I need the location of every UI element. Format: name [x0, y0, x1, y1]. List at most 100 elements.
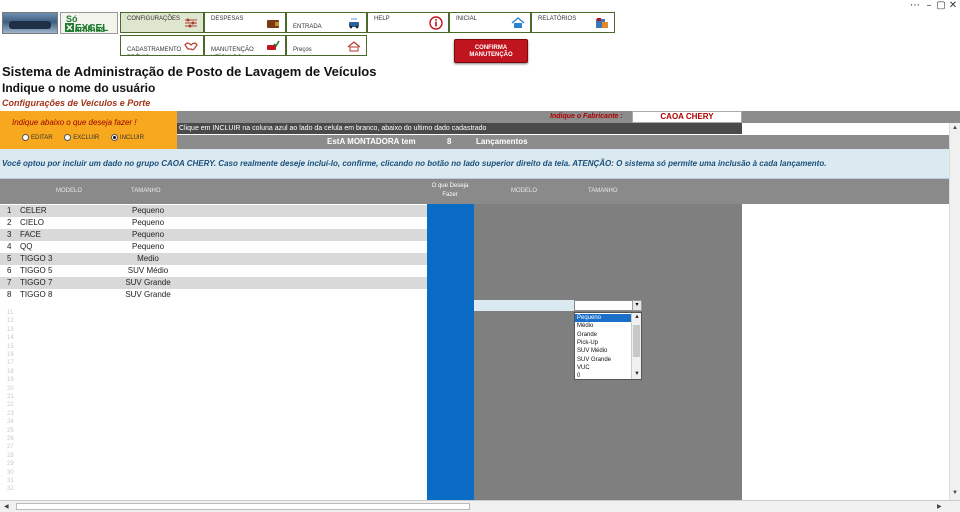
page-title: Sistema de Administração de Posto de Lav…: [2, 64, 377, 79]
wallet-icon: [267, 20, 279, 28]
cell-modelo[interactable]: TIGGO 3: [20, 253, 52, 265]
scroll-right-icon[interactable]: ▶: [937, 501, 942, 512]
cell-tamanho[interactable]: SUV Grande: [110, 289, 186, 301]
scroll-left-icon[interactable]: ◀: [4, 501, 9, 512]
empty-row-number: 23: [7, 410, 14, 417]
table-row[interactable]: 5 TIGGO 3 Medio: [0, 253, 427, 265]
nav-inicial[interactable]: INICIAL: [449, 12, 531, 33]
cell-tamanho[interactable]: Pequeno: [110, 241, 186, 253]
table-row[interactable]: 8 TIGGO 8 SUV Grande: [0, 289, 427, 301]
dropdown-option[interactable]: Pequeno: [575, 314, 632, 322]
scroll-up-icon[interactable]: ▲: [950, 123, 960, 134]
user-name-prompt[interactable]: Indique o nome do usuário: [2, 81, 155, 95]
nav-entrada-servico[interactable]: ENTRADA SERVIÇO: [286, 12, 367, 33]
dropdown-scrollbar[interactable]: ▲ ▼: [631, 313, 641, 379]
cell-modelo[interactable]: TIGGO 5: [20, 265, 52, 277]
vertical-scrollbar[interactable]: ▲ ▼: [949, 123, 960, 500]
count-value: 8: [447, 137, 452, 146]
cell-tamanho[interactable]: Pequeno: [110, 217, 186, 229]
dropdown-scroll-down-icon[interactable]: ▼: [632, 370, 641, 379]
check-car-icon: [267, 40, 280, 50]
row-number: 6: [7, 266, 12, 275]
new-modelo-cell[interactable]: [474, 300, 574, 311]
nav-precos-servicos[interactable]: Preços Serviços: [286, 35, 367, 56]
row-number: 5: [7, 254, 12, 263]
excel-x-icon: [65, 23, 74, 32]
nav-label: Preços Serviços: [293, 47, 312, 53]
nav-manutencao-veiculos[interactable]: MANUTENÇÃO VEÍCULOS: [204, 35, 286, 56]
logo-line2: EXCEL: [75, 23, 109, 34]
nav-cadastramento-previo[interactable]: CADASTRAMENTO PRÉVIO: [120, 35, 204, 56]
radio-editar[interactable]: EDITAR: [22, 134, 53, 141]
horizontal-scroll-thumb[interactable]: [16, 503, 470, 510]
nav-label: HELP: [374, 16, 390, 22]
nav-label: RELATÓRIOS: [538, 16, 577, 22]
section-subtitle: Configurações de Veículos e Porte: [2, 98, 151, 108]
dropdown-option[interactable]: 0: [575, 372, 632, 379]
empty-row-number: 19: [7, 377, 14, 384]
action-prompt: Indique abaixo o que deseja fazer !: [12, 118, 137, 127]
table-row[interactable]: 2 CIELO Pequeno: [0, 217, 427, 229]
cell-modelo[interactable]: TIGGO 8: [20, 289, 52, 301]
empty-row-number: 22: [7, 402, 14, 409]
horizontal-scrollbar[interactable]: ◀ ▶: [0, 500, 960, 512]
action-column[interactable]: [427, 204, 474, 500]
nav-relatorios[interactable]: RELATÓRIOS: [531, 12, 615, 33]
table-row[interactable]: 6 TIGGO 5 SUV Médio: [0, 265, 427, 277]
dropdown-scroll-up-icon[interactable]: ▲: [632, 313, 641, 322]
car-wash-photo-logo: [2, 12, 58, 34]
dropdown-arrow-icon[interactable]: ▾: [632, 300, 642, 311]
table-row[interactable]: 3 FACE Pequeno: [0, 229, 427, 241]
dropdown-option[interactable]: Pick-Up: [575, 339, 632, 347]
empty-row-number: 11: [7, 310, 14, 316]
nav-label: ENTRADA SERVIÇO: [293, 24, 322, 30]
header-modelo-new: MODELO: [511, 188, 538, 194]
empty-row-number: 16: [7, 352, 14, 358]
cell-tamanho[interactable]: SUV Grande: [110, 277, 186, 289]
header-acao: O que Deseja Fazer: [431, 183, 469, 198]
manufacturer-select[interactable]: CAOA CHERY: [632, 111, 742, 123]
cell-tamanho[interactable]: Pequeno: [110, 229, 186, 241]
nav-label: CONFIGURAÇÕES: [127, 16, 181, 22]
count-suffix: Lançamentos: [476, 137, 528, 146]
dropdown-option[interactable]: Grande: [575, 331, 632, 339]
dropdown-option[interactable]: SUV Médio: [575, 347, 632, 355]
cell-modelo[interactable]: CIELO: [20, 217, 44, 229]
confirma-manutencao-button[interactable]: CONFIRMA MANUTENÇÃO: [454, 39, 528, 63]
cell-tamanho[interactable]: SUV Médio: [110, 265, 186, 277]
dropdown-option[interactable]: Médio: [575, 322, 632, 330]
action-panel: [0, 111, 177, 149]
scroll-down-icon[interactable]: ▼: [950, 488, 960, 499]
cell-modelo[interactable]: CELER: [20, 205, 47, 217]
cell-modelo[interactable]: FACE: [20, 229, 41, 241]
info-message: Você optou por incluir um dado no grupo …: [0, 149, 960, 179]
radio-excluir[interactable]: EXCLUIR: [64, 134, 99, 141]
dropdown-option[interactable]: VUC: [575, 364, 632, 372]
header-tamanho: TAMANHO: [131, 188, 161, 194]
cell-tamanho[interactable]: Medio: [110, 253, 186, 265]
table-row[interactable]: 1 CELER Pequeno: [0, 205, 427, 217]
more-icon[interactable]: ⋯: [908, 0, 922, 12]
cell-tamanho[interactable]: Pequeno: [110, 205, 186, 217]
nav-help[interactable]: HELP: [367, 12, 449, 33]
cell-modelo[interactable]: TIGGO 7: [20, 277, 52, 289]
close-icon[interactable]: ✕: [946, 0, 960, 12]
home-icon: [511, 17, 525, 28]
nav-label: MANUTENÇÃO VEÍCULOS: [211, 47, 254, 53]
nav-configuracoes[interactable]: CONFIGURAÇÕES: [120, 12, 204, 33]
table-header: MODELO TAMANHO O que Deseja Fazer MODELO…: [0, 179, 960, 204]
nav-despesas[interactable]: DESPESAS: [204, 12, 286, 33]
empty-row-number: 30: [7, 469, 14, 476]
radio-incluir[interactable]: INCLUIR: [110, 134, 144, 141]
radio-dot: [64, 134, 72, 141]
soplanilhas-logo: Só Planilhas EXCEL: [60, 12, 118, 34]
table-row[interactable]: 7 TIGGO 7 SUV Grande: [0, 277, 427, 289]
dropdown-option[interactable]: SUV Grande: [575, 356, 632, 364]
empty-row-number: 13: [7, 326, 14, 333]
radio-dot-selected: [110, 134, 118, 141]
dropdown-scroll-thumb[interactable]: [633, 325, 640, 357]
radio-label: EXCLUIR: [73, 134, 100, 141]
info-icon: [429, 16, 443, 30]
table-row[interactable]: 4 QQ Pequeno: [0, 241, 427, 253]
cell-modelo[interactable]: QQ: [20, 241, 32, 253]
